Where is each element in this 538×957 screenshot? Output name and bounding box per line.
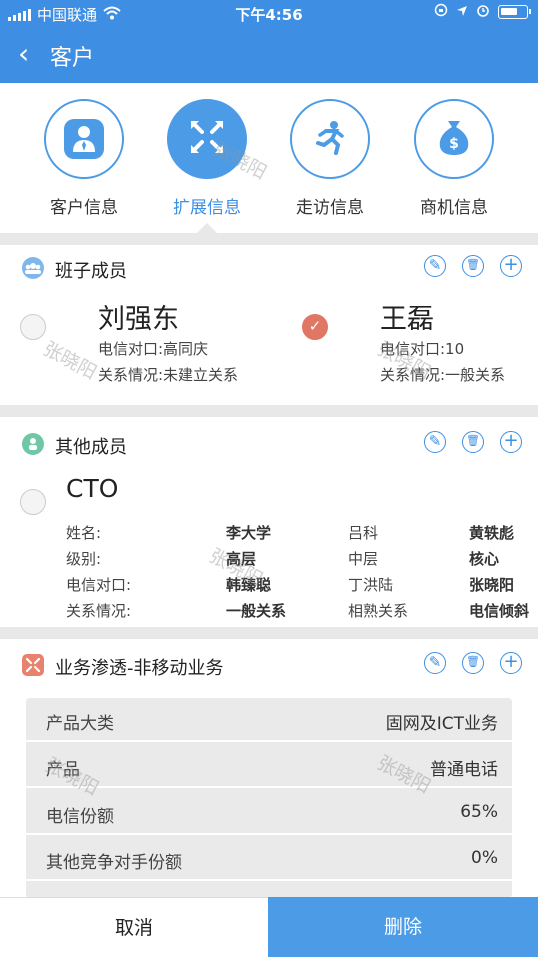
detail-row: 产品大类 固网及ICT业务 bbox=[26, 698, 512, 742]
back-button[interactable]: ‹ bbox=[18, 40, 29, 68]
section-title: 班子成员 bbox=[55, 261, 127, 282]
member-card-icon bbox=[22, 433, 44, 455]
nav-bar: ‹ 客户 bbox=[0, 30, 538, 80]
tab-visit-info[interactable]: 走访信息 bbox=[280, 99, 380, 218]
member-name: 王磊 bbox=[380, 304, 434, 335]
section-divider bbox=[0, 405, 538, 417]
edit-button[interactable]: ✎ bbox=[424, 431, 446, 453]
row-label: 关系情况: bbox=[66, 602, 132, 620]
add-button[interactable]: + bbox=[500, 255, 522, 277]
money-bag-icon: $ bbox=[436, 117, 472, 161]
section-business-header: 业务渗透-非移动业务 ✎ 🗑 + bbox=[0, 650, 538, 684]
member-cell: 电信倾斜 bbox=[469, 602, 530, 620]
member-cell: 相熟关系 bbox=[348, 602, 409, 620]
team-icon bbox=[22, 257, 44, 279]
member-cell: 一般关系 bbox=[226, 602, 287, 620]
row-label: 级别: bbox=[66, 550, 102, 568]
bottom-action-bar: 取消 删除 bbox=[0, 897, 538, 957]
member-name: 刘强东 bbox=[98, 304, 179, 335]
detail-value: 固网及ICT业务 bbox=[385, 714, 498, 734]
tab-label: 客户信息 bbox=[50, 198, 118, 218]
tab-opportunity-info[interactable]: $ 商机信息 bbox=[404, 99, 504, 218]
business-icon bbox=[22, 654, 44, 676]
detail-value: 65% bbox=[460, 802, 498, 822]
status-bar: 中国联通 下午4:56 bbox=[0, 0, 538, 26]
top-bar: 中国联通 下午4:56 ‹ 客户 bbox=[0, 0, 538, 83]
watermark: 张晓阳 bbox=[39, 337, 101, 384]
delete-button[interactable]: 🗑 bbox=[462, 255, 484, 277]
member-contact: 电信对口:高同庆 bbox=[98, 340, 209, 358]
detail-row: 电信份额 65% bbox=[26, 791, 512, 835]
row-label: 电信对口: bbox=[66, 576, 132, 594]
group-checkbox[interactable] bbox=[20, 489, 46, 515]
svg-text:$: $ bbox=[449, 136, 459, 152]
section-divider bbox=[0, 233, 538, 245]
page-title: 客户 bbox=[50, 46, 95, 71]
tab-customer-info[interactable]: 客户信息 bbox=[34, 99, 134, 218]
detail-key: 产品大类 bbox=[46, 714, 114, 734]
edit-button[interactable]: ✎ bbox=[424, 255, 446, 277]
member-checkbox-checked[interactable]: ✓ bbox=[302, 314, 328, 340]
person-icon bbox=[64, 119, 104, 159]
alarm-icon bbox=[476, 3, 490, 21]
add-button[interactable]: + bbox=[500, 652, 522, 674]
member-relation: 关系情况:未建立关系 bbox=[98, 366, 239, 384]
detail-value: 普通电话 bbox=[430, 760, 498, 780]
row-label: 姓名: bbox=[66, 524, 102, 542]
edit-button[interactable]: ✎ bbox=[424, 652, 446, 674]
cancel-button[interactable]: 取消 bbox=[0, 897, 268, 957]
section-others-header: 其他成员 ✎ 🗑 + bbox=[0, 429, 538, 463]
group-title: CTO bbox=[66, 474, 119, 503]
detail-value: 0% bbox=[471, 848, 498, 868]
delete-button[interactable]: 🗑 bbox=[462, 652, 484, 674]
member-cell: 丁洪陆 bbox=[348, 576, 394, 594]
tab-label: 商机信息 bbox=[420, 198, 488, 218]
add-button[interactable]: + bbox=[500, 431, 522, 453]
confirm-delete-button[interactable]: 删除 bbox=[268, 897, 538, 957]
section-title: 业务渗透-非移动业务 bbox=[55, 658, 224, 679]
location-icon bbox=[456, 3, 468, 21]
member-cell: 张晓阳 bbox=[469, 576, 515, 594]
section-divider bbox=[0, 627, 538, 639]
runner-icon bbox=[312, 119, 348, 159]
member-cell: 李大学 bbox=[226, 524, 272, 542]
section-title: 其他成员 bbox=[55, 437, 127, 458]
info-tabs: 客户信息 扩展信息 走访信息 $ 商机信息 bbox=[0, 83, 538, 234]
detail-key: 其他竞争对手份额 bbox=[46, 853, 182, 873]
detail-key: 电信份额 bbox=[46, 807, 114, 827]
tab-label: 走访信息 bbox=[296, 198, 364, 218]
tab-label: 扩展信息 bbox=[173, 198, 241, 218]
member-cell: 中层 bbox=[348, 550, 379, 568]
business-detail-panel: 产品大类 固网及ICT业务 产品 普通电话 电信份额 65% 其他竞争对手份额 … bbox=[26, 698, 512, 898]
delete-button[interactable]: 🗑 bbox=[462, 431, 484, 453]
section-team-header: 班子成员 ✎ 🗑 + bbox=[0, 253, 538, 287]
member-checkbox[interactable] bbox=[20, 314, 46, 340]
member-cell: 核心 bbox=[469, 550, 500, 568]
detail-row: 其他竞争对手份额 0% bbox=[26, 837, 512, 881]
member-cell: 黄轶彪 bbox=[469, 524, 515, 542]
battery-icon bbox=[498, 5, 531, 19]
member-cell: 吕科 bbox=[348, 524, 379, 542]
rotation-lock-icon bbox=[434, 3, 448, 21]
